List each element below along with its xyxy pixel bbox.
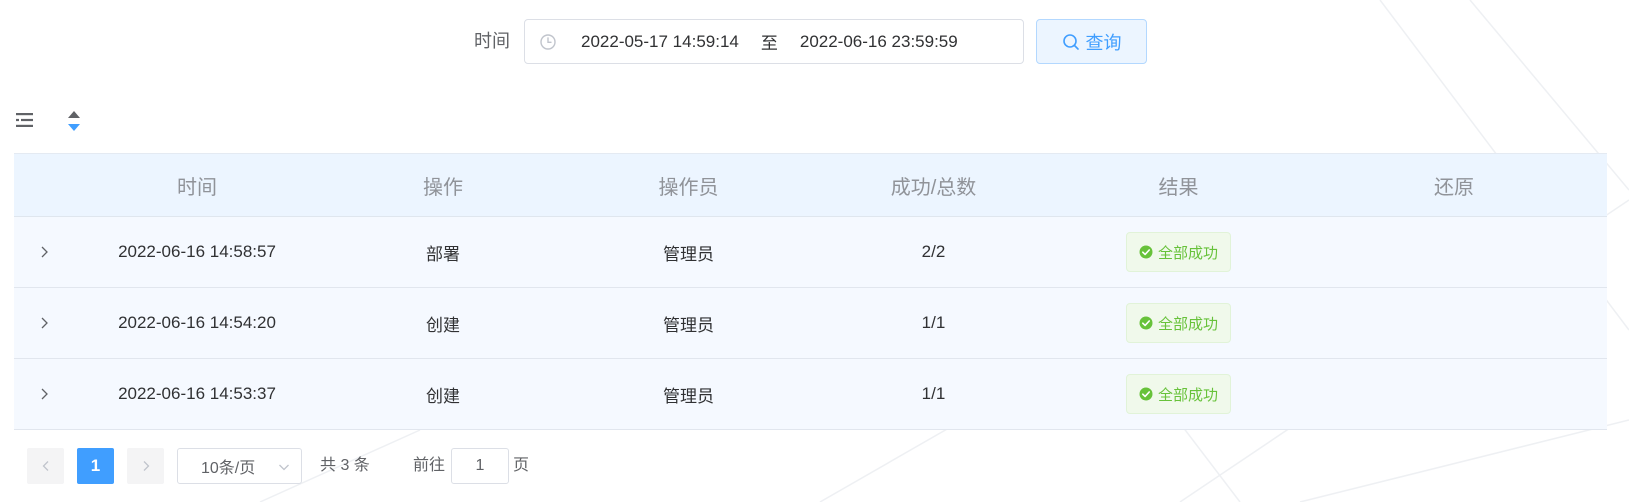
table-row[interactable]: 2022-06-16 14:53:37 创建 管理员 1/1 全部成功 bbox=[14, 359, 1607, 430]
page-number-current[interactable]: 1 bbox=[77, 448, 114, 484]
status-badge: 全部成功 bbox=[1125, 303, 1231, 343]
status-badge-label: 全部成功 bbox=[1157, 386, 1218, 404]
search-icon bbox=[1062, 33, 1080, 51]
date-range-picker[interactable]: 2022-05-17 14:59:14 至 2022-06-16 23:59:5… bbox=[524, 19, 1024, 64]
chevron-down-icon bbox=[277, 460, 291, 479]
query-button[interactable]: 查询 bbox=[1036, 19, 1147, 64]
page-suffix-label: 页 bbox=[513, 457, 530, 474]
cell-operation: 部署 bbox=[426, 244, 460, 264]
cell-ratio: 1/1 bbox=[921, 313, 946, 332]
date-end-value[interactable]: 2022-06-16 23:59:59 bbox=[800, 32, 958, 52]
check-circle-icon bbox=[1139, 245, 1153, 259]
operation-log-table: 时间 操作 操作员 成功/总数 结果 还原 2022-06-16 14:58:5… bbox=[14, 153, 1607, 430]
cell-operation: 创建 bbox=[426, 315, 460, 335]
cell-ratio: 1/1 bbox=[921, 384, 946, 403]
status-badge-label: 全部成功 bbox=[1157, 315, 1218, 333]
filter-bar: 时间 2022-05-17 14:59:14 至 2022-06-16 23:5… bbox=[0, 19, 1629, 64]
pagination: 1 10条/页 共 3 条 前往 页 bbox=[0, 448, 1629, 484]
chevron-right-icon[interactable] bbox=[36, 386, 52, 402]
cell-time: 2022-06-16 14:54:20 bbox=[118, 313, 276, 332]
table-row[interactable]: 2022-06-16 14:58:57 部署 管理员 2/2 全部成功 bbox=[14, 217, 1607, 288]
list-settings-icon[interactable] bbox=[16, 112, 34, 133]
chevron-right-icon bbox=[139, 459, 153, 473]
date-start-value[interactable]: 2022-05-17 14:59:14 bbox=[581, 32, 739, 52]
table-header: 时间 操作 操作员 成功/总数 结果 还原 bbox=[14, 153, 1607, 217]
check-circle-icon bbox=[1139, 316, 1153, 330]
column-header-restore: 还原 bbox=[1434, 176, 1474, 199]
query-button-label: 查询 bbox=[1085, 32, 1122, 53]
column-header-time: 时间 bbox=[177, 176, 217, 199]
sort-icon[interactable] bbox=[66, 109, 82, 138]
cell-operator: 管理员 bbox=[663, 244, 714, 264]
table-row[interactable]: 2022-06-16 14:54:20 创建 管理员 1/1 全部成功 bbox=[14, 288, 1607, 359]
status-badge-label: 全部成功 bbox=[1157, 244, 1218, 262]
status-badge: 全部成功 bbox=[1125, 232, 1231, 272]
goto-page-input[interactable] bbox=[451, 448, 509, 484]
check-circle-icon bbox=[1139, 387, 1153, 401]
clock-icon bbox=[539, 33, 557, 51]
column-header-result: 结果 bbox=[1158, 176, 1199, 199]
cell-operator: 管理员 bbox=[663, 315, 714, 335]
status-badge: 全部成功 bbox=[1125, 374, 1231, 414]
cell-operator: 管理员 bbox=[663, 386, 714, 406]
column-header-operator: 操作员 bbox=[658, 176, 719, 199]
cell-ratio: 2/2 bbox=[921, 242, 946, 261]
next-page-button[interactable] bbox=[127, 448, 164, 484]
cell-time: 2022-06-16 14:53:37 bbox=[118, 384, 276, 403]
time-filter-label: 时间 bbox=[474, 31, 510, 51]
date-range-separator: 至 bbox=[760, 34, 778, 53]
prev-page-button[interactable] bbox=[27, 448, 64, 484]
chevron-left-icon bbox=[39, 459, 53, 473]
cell-time: 2022-06-16 14:58:57 bbox=[118, 242, 276, 261]
goto-label: 前往 bbox=[413, 457, 446, 474]
chevron-right-icon[interactable] bbox=[36, 315, 52, 331]
column-header-ratio: 成功/总数 bbox=[890, 176, 977, 199]
chevron-right-icon[interactable] bbox=[36, 244, 52, 260]
total-count: 共 3 条 bbox=[320, 457, 370, 474]
page-size-value: 10条/页 bbox=[201, 460, 256, 477]
page-size-select[interactable]: 10条/页 bbox=[177, 448, 302, 484]
cell-operation: 创建 bbox=[426, 386, 460, 406]
column-header-operation: 操作 bbox=[423, 176, 463, 199]
